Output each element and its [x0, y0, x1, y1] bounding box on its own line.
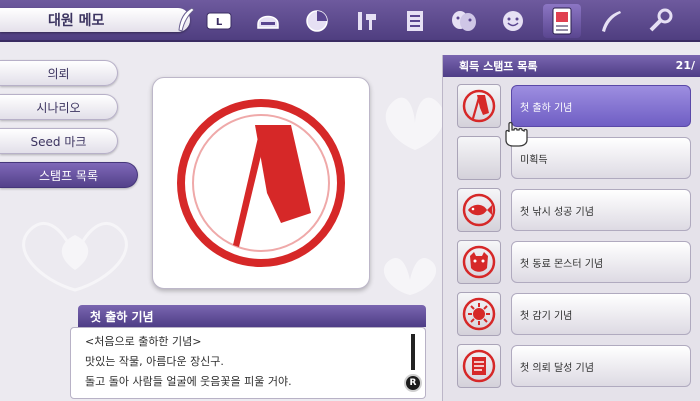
menu-item-label: Seed 마크	[30, 134, 87, 149]
grid-list-icon	[407, 11, 423, 31]
stamp-preview-panel	[152, 77, 370, 289]
menu-item-label: 스탬프 목록	[38, 168, 98, 183]
sword-hammer-icon	[358, 12, 376, 30]
tab-memo[interactable]	[543, 4, 581, 38]
svg-text:L: L	[216, 17, 223, 28]
empty-stamp-slot	[457, 136, 501, 180]
stamp-list-item-label: 첫 출하 기념	[511, 85, 691, 127]
tab-skills[interactable]	[347, 4, 385, 38]
tab-l-button[interactable]: L	[200, 4, 238, 38]
tab-equipment[interactable]	[249, 4, 287, 38]
tab-records[interactable]	[396, 4, 434, 38]
stamp-list-item-label: 미획득	[511, 137, 691, 179]
page-title: 대원 메모	[0, 8, 190, 32]
stamp-list-item[interactable]: 첫 출하 기념	[455, 82, 700, 130]
tab-friends[interactable]	[445, 4, 483, 38]
stamp-detail-title: 첫 출하 기념	[78, 305, 426, 327]
stamp-list-item[interactable]: 미획득	[455, 134, 700, 182]
stamp-list-item-label: 첫 의뢰 달성 기념	[511, 345, 691, 387]
quill-icon	[602, 11, 621, 32]
menu-item-label: 시나리오	[36, 100, 81, 115]
l-button-icon: L	[206, 12, 232, 30]
stamp-list-item[interactable]: 첫 낚시 성공 기념	[455, 186, 700, 234]
stamp-list-header: 획득 스탬프 목록 21/	[443, 55, 700, 77]
stamp-list-item[interactable]: 첫 감기 기념	[455, 290, 700, 338]
stamp-list-title: 획득 스탬프 목록	[459, 60, 538, 73]
floral-ornament-icon	[383, 258, 437, 295]
fish-stamp-icon	[462, 193, 496, 227]
description-line: <처음으로 출하한 기념>	[85, 335, 202, 348]
menu-item-stamp-list[interactable]: 스탬프 목록	[0, 162, 138, 188]
tab-stats[interactable]	[298, 4, 336, 38]
tab-settings[interactable]	[641, 4, 679, 38]
menu-item-requests[interactable]: 의뢰	[0, 60, 118, 86]
pie-chart-icon	[306, 10, 328, 32]
stamp-detail-title-text: 첫 출하 기념	[90, 309, 154, 324]
menu-item-scenario[interactable]: 시나리오	[0, 94, 118, 120]
virus-stamp-icon	[462, 297, 496, 331]
memo-card-icon	[552, 7, 572, 35]
stamp-thumbnail	[457, 344, 501, 388]
menu-item-label: 의뢰	[47, 66, 70, 81]
quill-pen-icon	[178, 7, 195, 32]
stamp-thumbnail	[457, 84, 501, 128]
stamp-thumbnail	[457, 188, 501, 232]
tab-diary[interactable]	[592, 4, 630, 38]
stamp-list-item[interactable]: 첫 동료 몬스터 기념	[455, 238, 700, 286]
shipping-stamp-icon	[177, 99, 345, 267]
stamp-description: <처음으로 출하한 기념> 맛있는 작물, 아름다운 장신구. 돌고 돌아 사람…	[70, 327, 426, 399]
stamp-list-item-label: 첫 감기 기념	[511, 293, 691, 335]
stamp-list-item[interactable]: 첫 의뢰 달성 기념	[455, 342, 700, 390]
r-button-icon[interactable]: R	[404, 374, 422, 392]
stamp-thumbnail	[457, 292, 501, 336]
hand-pointer-icon	[505, 121, 528, 147]
stamp-list-item-label: 첫 낚시 성공 기념	[511, 189, 691, 231]
theater-mask-icon	[452, 11, 476, 31]
description-line: 맛있는 작물, 아름다운 장신구.	[85, 355, 224, 368]
helmet-icon	[257, 15, 279, 29]
stamp-thumbnail	[457, 240, 501, 284]
top-bar: 대원 메모 L	[0, 0, 700, 42]
stamp-list-item-label: 첫 동료 몬스터 기념	[511, 241, 691, 283]
stamp-list-panel: 획득 스탬프 목록 21/ 첫 출하 기념 미획득 첫 낚시 성공 기념 첫 동…	[442, 55, 700, 401]
document-stamp-icon	[462, 349, 496, 383]
description-line: 돌고 돌아 사람들 얼굴에 웃음꽃을 피울 거야.	[85, 375, 292, 388]
stamp-count: 21/	[675, 59, 695, 72]
menu-item-seed-mark[interactable]: Seed 마크	[0, 128, 118, 154]
description-scrollbar[interactable]	[411, 334, 415, 370]
shipping-stamp-icon	[462, 89, 496, 123]
wrench-icon	[649, 8, 673, 32]
tab-relations[interactable]	[494, 4, 532, 38]
smiley-icon	[503, 11, 523, 31]
floral-ornament-icon	[22, 222, 128, 292]
monster-stamp-icon	[462, 245, 496, 279]
page-title-text: 대원 메모	[48, 13, 105, 29]
